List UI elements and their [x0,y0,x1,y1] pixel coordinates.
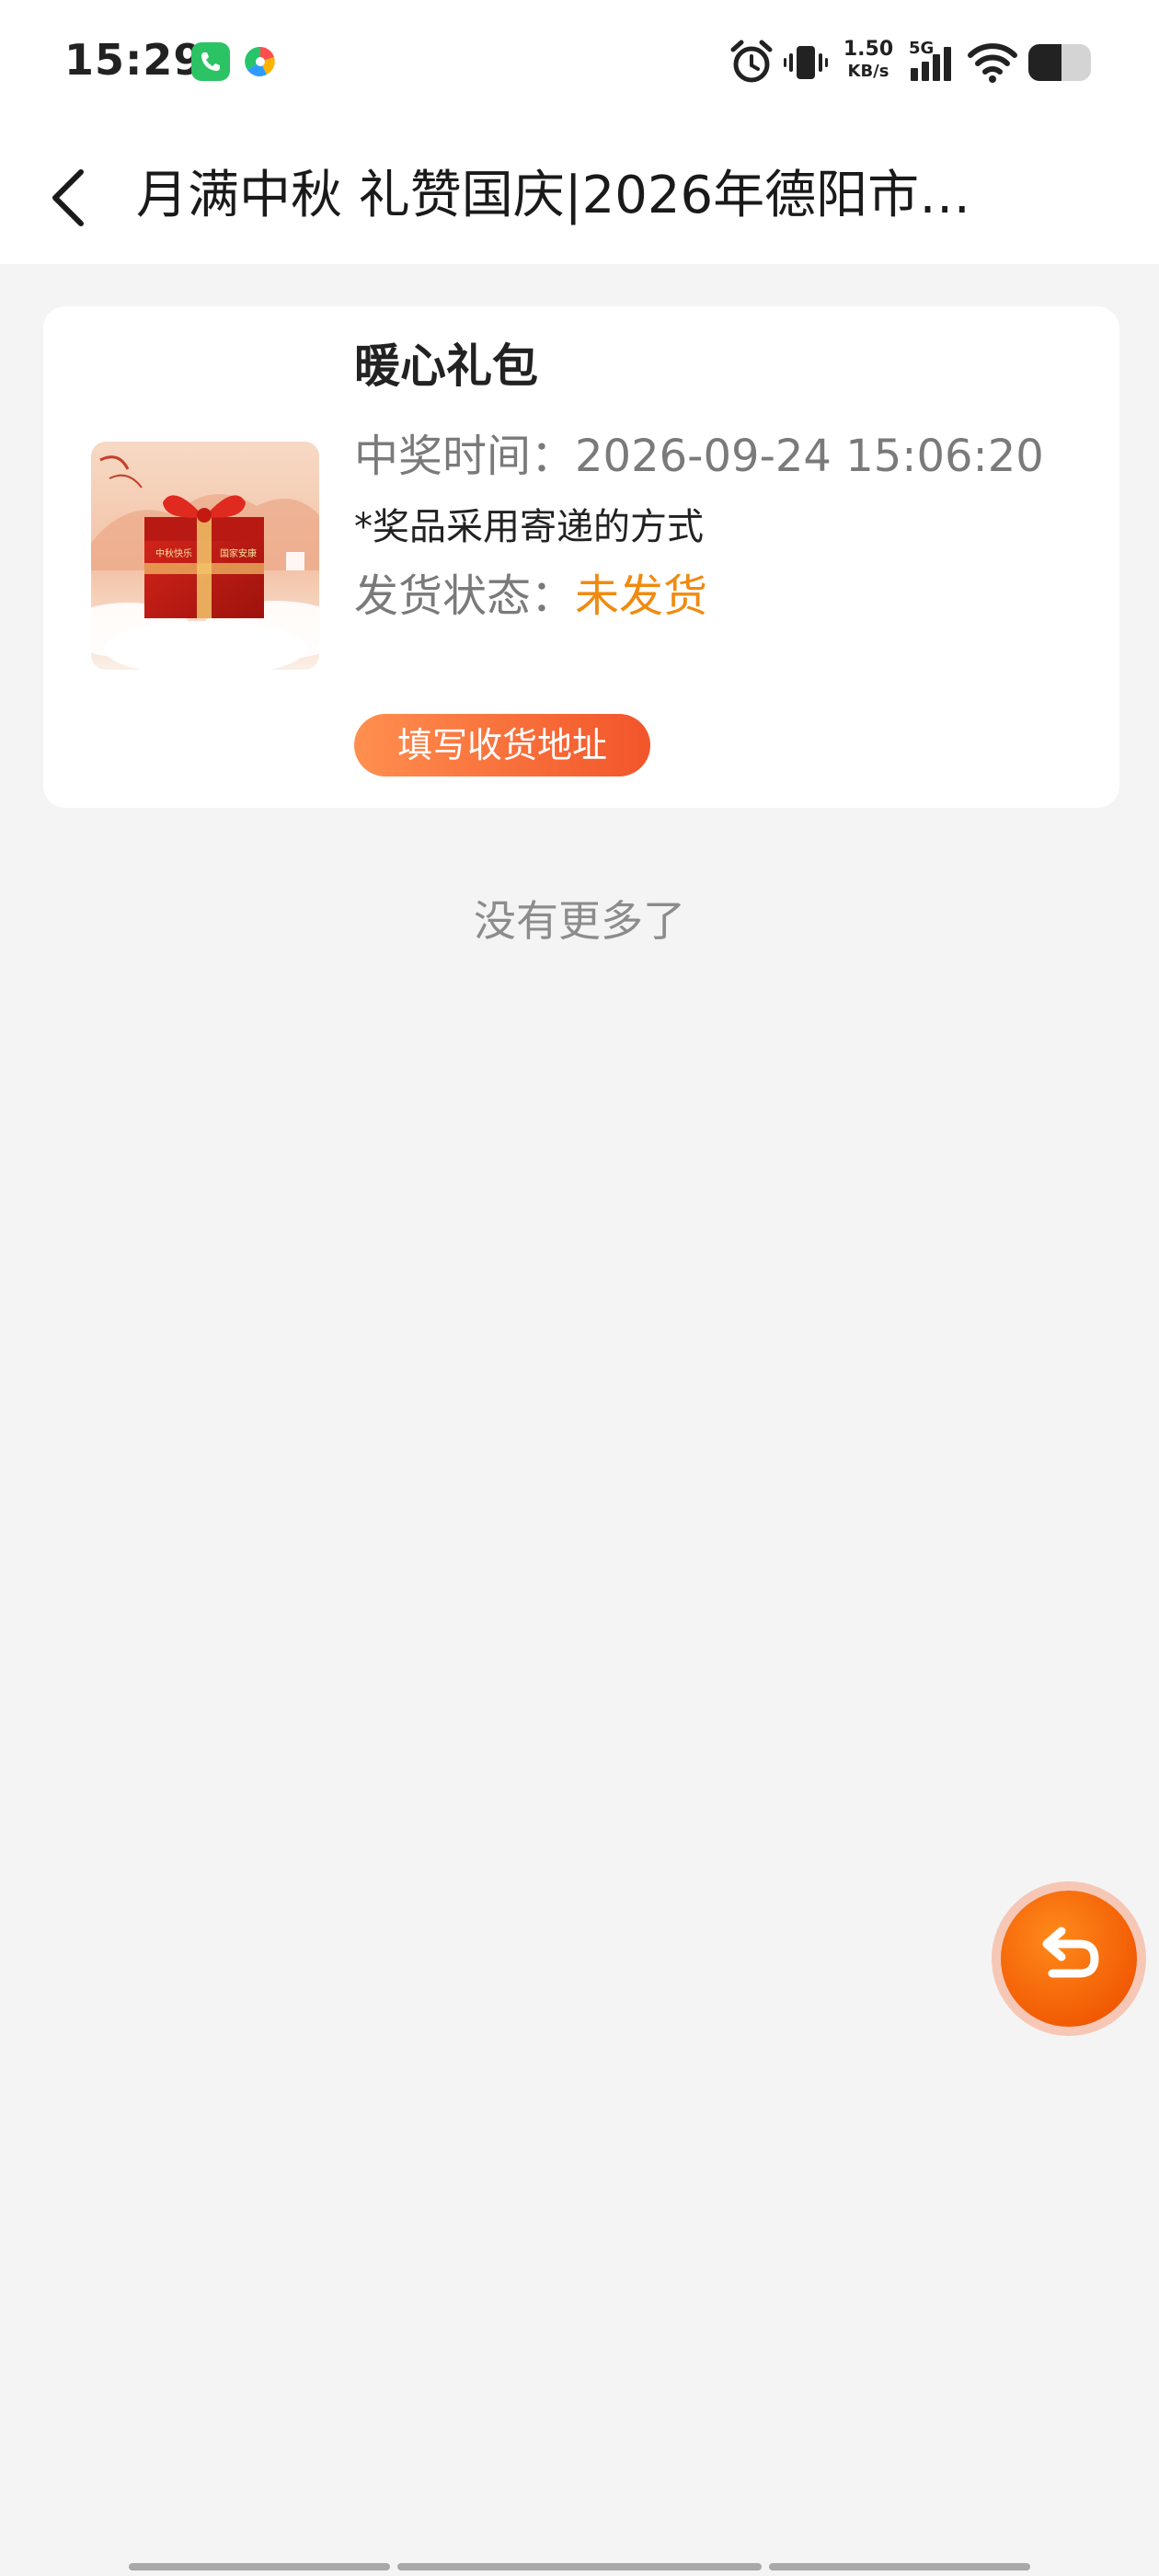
shipping-row: 发货状态：未发货 [354,564,707,628]
gift-box-text-left: 中秋快乐 [155,547,192,559]
battery-icon [1027,37,1095,88]
nav-indicator-right [769,2563,1030,2570]
win-time-row: 中奖时间：2026-09-24 15:06:20 [354,426,1044,487]
nav-indicator-left [129,2563,390,2570]
shipping-label: 发货状态： [354,570,576,622]
fill-address-button[interactable]: 填写收货地址 [354,714,650,776]
return-arrow-icon [1042,1926,1099,1978]
status-time: 15:29 [64,35,204,85]
page-title: 月满中秋 礼赞国庆|2026年德阳市… [136,166,971,225]
prize-name: 暖心礼包 [354,339,538,393]
pinwheel-app-icon [241,42,280,81]
nav-bar: 月满中秋 礼赞国庆|2026年德阳市… [0,124,1159,264]
back-button[interactable] [40,161,105,235]
floating-return-button[interactable] [992,1881,1146,2036]
prize-card: 中秋快乐 国家安康 暖心礼包 中奖时间：2026-09-24 15:06:20 … [43,306,1119,808]
wifi-icon [968,37,1017,88]
shipping-status-badge: 未发货 [575,570,708,622]
status-bar: 15:29 1.50 KB/s 5G [0,0,1159,124]
list-end-text: 没有更多了 [474,896,685,946]
floating-return-inner [1001,1891,1137,2027]
win-time-value: 2026-09-24 15:06:20 [575,431,1044,482]
win-time-label: 中奖时间： [354,431,576,482]
phone-app-icon [191,42,230,81]
gift-box-image: 中秋快乐 国家安康 [91,442,319,670]
network-type-label: 5G [909,39,934,58]
signal-icon: 5G [907,37,958,88]
chevron-left-icon [52,169,84,226]
gift-box-text-right: 国家安康 [220,547,257,559]
network-speed-value: 1.50 [843,38,894,61]
vibrate-icon [784,37,828,88]
delivery-note: *奖品采用寄递的方式 [354,506,704,548]
network-speed: 1.50 KB/s [841,39,896,83]
network-speed-unit: KB/s [847,62,889,81]
alarm-icon [729,37,775,88]
nav-indicator-center [397,2563,762,2570]
